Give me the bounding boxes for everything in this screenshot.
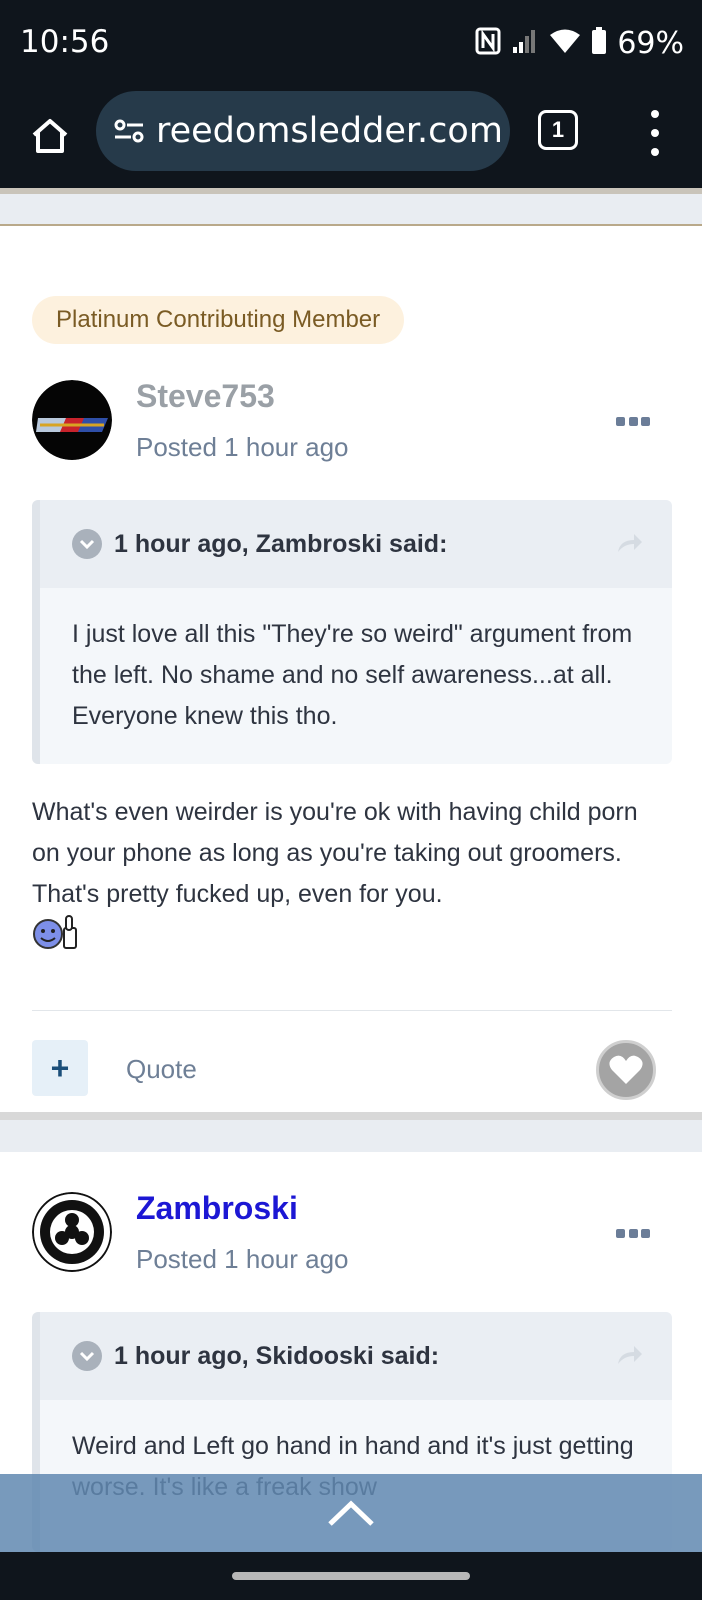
member-badge: Platinum Contributing Member [32, 296, 405, 344]
system-nav-bar [0, 1552, 702, 1600]
battery-percent: 69% [617, 26, 684, 61]
quote-header: 1 hour ago, Zambroski said: [40, 500, 672, 588]
heart-icon [609, 1055, 643, 1084]
post-steve753: Platinum Contributing Member Steve753 Po… [0, 224, 702, 1112]
post-body-text: What's even weirder is you're ok with ha… [32, 798, 638, 908]
separator [0, 188, 702, 194]
gesture-handle[interactable] [232, 1572, 470, 1580]
status-time: 10:56 [20, 24, 110, 60]
home-button[interactable] [24, 110, 76, 162]
browser-menu-button[interactable] [640, 110, 670, 156]
chevron-down-icon[interactable] [72, 529, 102, 559]
wifi-icon [549, 28, 581, 59]
post-options-button[interactable] [616, 1226, 650, 1240]
separator [0, 1112, 702, 1120]
chevron-up-icon [328, 1500, 374, 1526]
like-button[interactable] [596, 1040, 656, 1100]
status-bar: 10:56 69% [0, 0, 702, 88]
chevron-down-icon[interactable] [72, 1341, 102, 1371]
post-options-button[interactable] [616, 414, 650, 428]
scroll-to-top-button[interactable] [0, 1474, 702, 1552]
share-arrow-icon[interactable] [616, 1342, 644, 1371]
share-arrow-icon[interactable] [616, 530, 644, 559]
home-icon [32, 119, 68, 153]
address-bar[interactable]: reedomsledder.com [96, 91, 510, 171]
quote-button[interactable]: Quote [126, 1054, 197, 1085]
nfc-icon [475, 27, 501, 60]
tab-switcher-button[interactable]: 1 [538, 110, 578, 150]
avatar[interactable] [32, 380, 112, 460]
quote-title: 1 hour ago, Skidooski said: [114, 1341, 440, 1370]
quote-block: 1 hour ago, Zambroski said: I just love … [32, 500, 672, 764]
battery-icon [591, 27, 607, 60]
status-icons: 69% [475, 26, 684, 61]
post-timestamp: Posted 1 hour ago [136, 1244, 349, 1274]
author-name[interactable]: Steve753 [136, 378, 275, 415]
quote-header: 1 hour ago, Skidooski said: [40, 1312, 672, 1400]
signal-icon [511, 27, 539, 60]
site-settings-icon[interactable] [112, 114, 146, 148]
browser-toolbar: reedomsledder.com 1 [0, 88, 702, 188]
quote-body: I just love all this "They're so weird" … [72, 620, 633, 730]
url-text: reedomsledder.com [156, 111, 503, 151]
post-timestamp: Posted 1 hour ago [136, 432, 349, 462]
author-name[interactable]: Zambroski [136, 1190, 298, 1227]
avatar[interactable] [32, 1192, 112, 1272]
multiquote-add-button[interactable]: + [32, 1040, 88, 1096]
quote-title: 1 hour ago, Zambroski said: [114, 529, 448, 558]
page-content: Platinum Contributing Member Steve753 Po… [0, 188, 702, 1552]
thumbs-up-emoji-icon [32, 914, 80, 955]
divider [32, 1010, 672, 1011]
